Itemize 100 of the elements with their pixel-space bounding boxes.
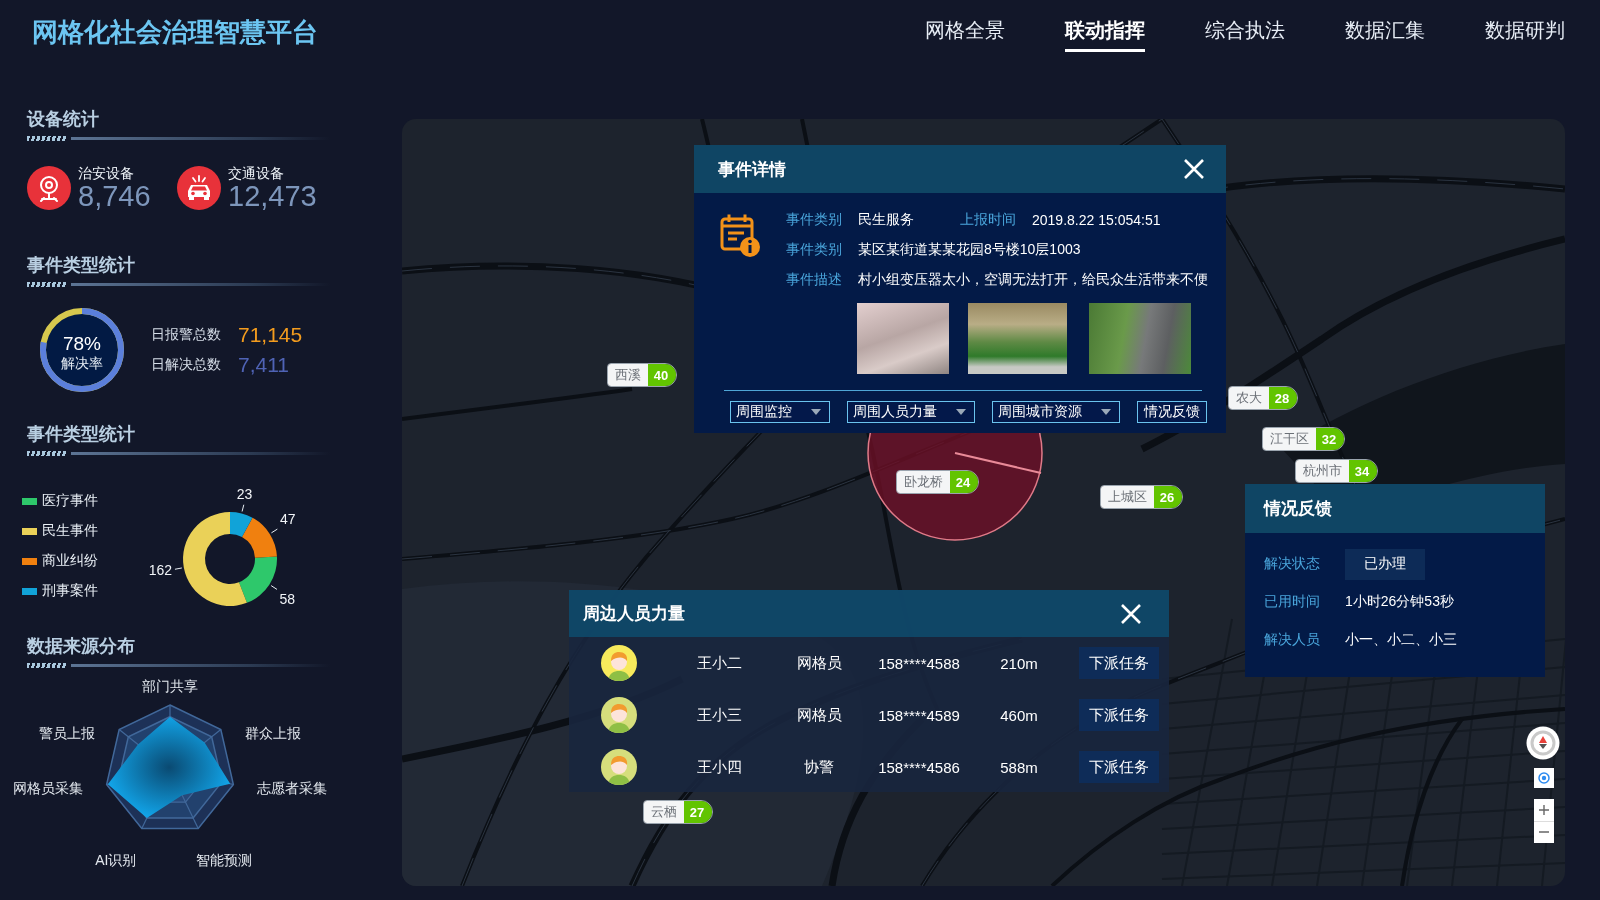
stat-value: 7,411: [238, 353, 289, 377]
field-value: 村小组变压器太小，空调无法打开，给民众生活带来不便: [858, 271, 1208, 289]
stat-value: 71,145: [238, 323, 303, 347]
app-title: 网格化社会治理智慧平台: [32, 15, 318, 49]
map-marker[interactable]: 上城区 26: [1100, 485, 1183, 509]
axis-label: 志愿者采集: [257, 780, 328, 797]
stat-label: 日报警总数: [151, 326, 221, 344]
dropdown-select[interactable]: 周围监控: [730, 401, 830, 423]
field-label: 事件类别: [786, 241, 842, 259]
axis-label: 网格员采集: [12, 780, 83, 797]
field-label: 已用时间: [1264, 593, 1320, 611]
close-button[interactable]: [1183, 158, 1205, 180]
nav-tab[interactable]: 联动指挥: [1065, 10, 1145, 52]
target-icon: [1538, 772, 1550, 784]
slice-value-label: 162: [148, 561, 172, 578]
axis-label: AI识别: [95, 851, 137, 868]
field-label: 解决状态: [1264, 555, 1320, 573]
rate-caption: 解决率: [61, 355, 103, 372]
leader-line: [270, 585, 278, 590]
phone-number: 158****4589: [878, 706, 960, 724]
plus-icon: [1539, 804, 1549, 815]
assign-task-button[interactable]: 下派任务: [1079, 751, 1159, 783]
person-name: 王小二: [696, 653, 742, 673]
count-badge: 26: [1154, 486, 1182, 508]
place-label: 江干区: [1263, 428, 1316, 450]
caret-icon: [1101, 409, 1111, 415]
leader-line: [270, 528, 278, 534]
caret-icon: [811, 409, 821, 415]
field-label: 事件类别: [786, 211, 842, 229]
dropdown-select[interactable]: 周围城市资源: [992, 401, 1120, 423]
place-label: 卧龙桥: [897, 471, 950, 493]
count-badge: 28: [1269, 387, 1297, 409]
place-label: 农大: [1229, 387, 1269, 409]
axis-label: 部门共享: [142, 678, 198, 694]
section-title: 事件类型统计: [27, 423, 135, 445]
axis-label: 智能预测: [196, 851, 253, 868]
compass-icon[interactable]: [1526, 726, 1560, 760]
slice-value-label: 58: [279, 591, 296, 608]
field-label: 上报时间: [960, 211, 1016, 229]
close-button[interactable]: [1120, 602, 1142, 625]
locate-button[interactable]: [1534, 768, 1554, 788]
count-badge: 32: [1316, 428, 1344, 450]
map-marker[interactable]: 江干区 32: [1262, 427, 1345, 451]
place-label: 云栖: [644, 801, 684, 823]
distance-text: 210m: [1000, 654, 1038, 672]
legend-label: 刑事案件: [42, 582, 98, 600]
person-role: 网格员: [796, 653, 842, 673]
caret-icon: [956, 409, 966, 415]
distance-text: 588m: [1000, 758, 1038, 776]
device-count: 12,473: [228, 181, 317, 211]
stat-label: 日解决总数: [151, 356, 221, 374]
field-value: 小一、小二、小三: [1345, 631, 1457, 649]
section-title: 设备统计: [27, 108, 99, 130]
axis-label: 群众上报: [244, 725, 301, 742]
map-marker[interactable]: 卧龙桥 24: [896, 470, 979, 494]
axis-label: 警员上报: [39, 725, 96, 742]
map-marker[interactable]: 西溪 40: [607, 363, 677, 387]
feedback-button[interactable]: 情况反馈: [1137, 401, 1207, 423]
popup-title: 周边人员力量: [583, 603, 685, 625]
leader-line: [174, 567, 183, 570]
assign-task-button[interactable]: 下派任务: [1079, 699, 1159, 731]
dropdown-select[interactable]: 周围人员力量: [847, 401, 975, 423]
close-icon: [1183, 158, 1205, 180]
map-marker[interactable]: 农大 28: [1228, 386, 1298, 410]
distance-text: 460m: [1000, 706, 1038, 724]
leader-line: [241, 504, 245, 512]
map-marker[interactable]: 杭州市 34: [1295, 459, 1378, 483]
legend-label: 民生事件: [42, 522, 98, 540]
person-name: 王小四: [696, 757, 742, 777]
popup-title: 事件详情: [718, 158, 786, 181]
person-name: 王小三: [696, 705, 742, 725]
nav-tab[interactable]: 数据汇集: [1345, 10, 1425, 52]
assign-task-button[interactable]: 下派任务: [1079, 647, 1159, 679]
nav-tab[interactable]: 网格全景: [925, 10, 1005, 52]
minus-icon: [1539, 831, 1549, 834]
map-marker[interactable]: 云栖 27: [643, 800, 713, 824]
person-role: 网格员: [796, 705, 842, 725]
car-icon: [177, 166, 221, 210]
count-badge: 40: [648, 364, 676, 386]
status-tag: 已办理: [1345, 548, 1425, 580]
field-value: 1小时26分钟53秒: [1345, 593, 1454, 611]
place-label: 西溪: [608, 364, 648, 386]
nav-tab[interactable]: 综合执法: [1205, 10, 1285, 52]
count-badge: 27: [684, 801, 712, 823]
field-value: 民生服务: [858, 211, 915, 229]
phone-number: 158****4588: [878, 654, 960, 672]
count-badge: 24: [950, 471, 978, 493]
field-label: 解决人员: [1264, 631, 1320, 649]
device-label: 交通设备: [228, 165, 285, 181]
slice-value-label: 23: [236, 486, 253, 502]
device-count: 8,746: [78, 181, 151, 211]
place-label: 上城区: [1101, 486, 1154, 508]
legend-label: 医疗事件: [42, 492, 98, 510]
close-icon: [1120, 602, 1142, 625]
field-value: 2019.8.22 15:054:51: [1032, 212, 1161, 228]
nav-tab[interactable]: 数据研判: [1485, 10, 1565, 52]
rate-percent: 78%: [63, 333, 101, 355]
camera-icon: [27, 166, 71, 210]
slice-value-label: 47: [279, 511, 296, 528]
phone-number: 158****4586: [878, 758, 960, 776]
